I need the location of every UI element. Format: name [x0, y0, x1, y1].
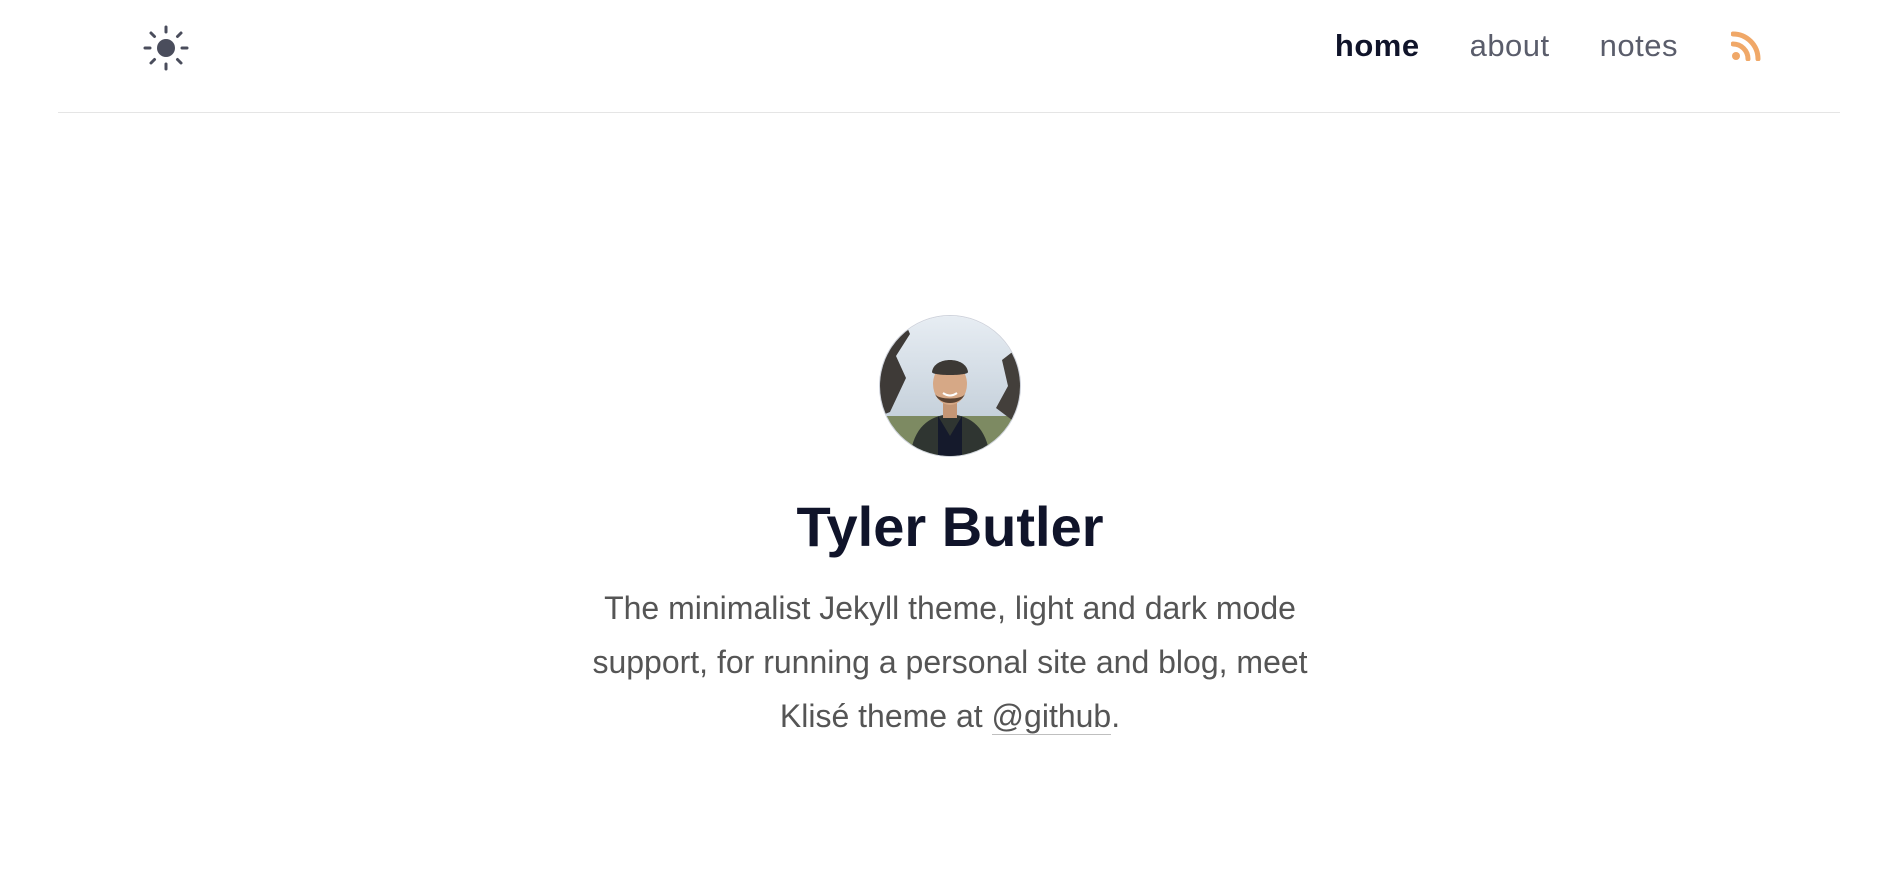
- rss-link[interactable]: [1728, 28, 1764, 64]
- bio-text: The minimalist Jekyll theme, light and d…: [592, 590, 1308, 734]
- theme-toggle-button[interactable]: [138, 20, 194, 76]
- profile-photo: [880, 316, 1020, 456]
- sun-icon: [143, 25, 189, 71]
- author-bio: The minimalist Jekyll theme, light and d…: [580, 581, 1320, 743]
- nav-link-notes[interactable]: notes: [1600, 28, 1678, 64]
- navbar: home about notes: [58, 0, 1840, 113]
- avatar: [879, 315, 1021, 457]
- author-name: Tyler Butler: [796, 495, 1104, 558]
- nav-links: home about notes: [1335, 22, 1764, 70]
- page: home about notes Tyler Butler The minima…: [0, 0, 1900, 896]
- hero-section: Tyler Butler The minimalist Jekyll theme…: [0, 315, 1900, 775]
- github-link[interactable]: @github: [991, 698, 1112, 735]
- rss-icon: [1731, 31, 1761, 61]
- nav-link-home[interactable]: home: [1335, 28, 1420, 64]
- nav-link-about[interactable]: about: [1470, 28, 1550, 64]
- bio-text-end: .: [1111, 698, 1121, 734]
